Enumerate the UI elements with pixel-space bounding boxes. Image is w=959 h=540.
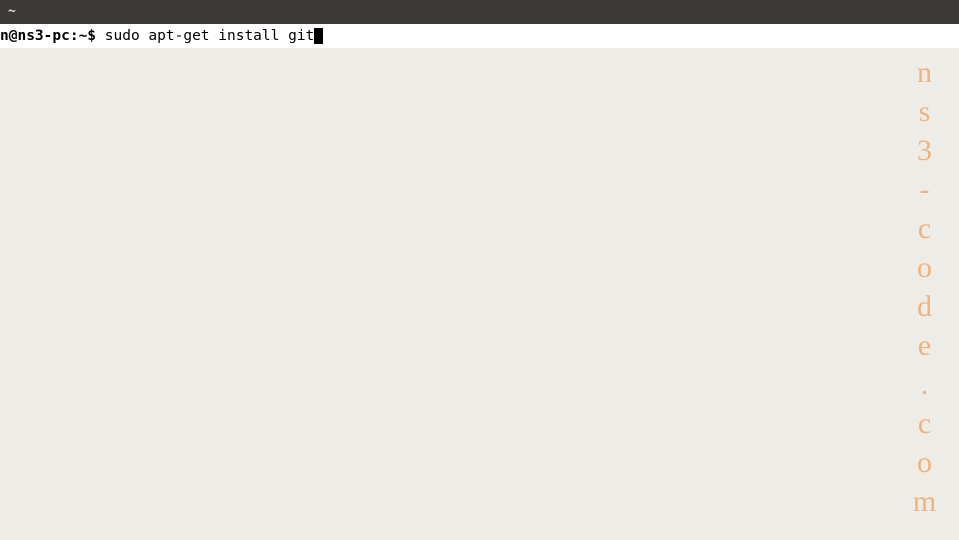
shell-prompt: n@ns3-pc:~$ xyxy=(0,27,105,45)
terminal-input-line[interactable]: n@ns3-pc:~$ sudo apt-get install git xyxy=(0,24,959,48)
window-title: ~ xyxy=(8,4,16,19)
cursor-block xyxy=(314,28,323,44)
watermark-text: ns3-code.com xyxy=(907,56,941,524)
command-text: sudo apt-get install git xyxy=(105,27,315,45)
window-titlebar: ~ xyxy=(0,0,959,24)
